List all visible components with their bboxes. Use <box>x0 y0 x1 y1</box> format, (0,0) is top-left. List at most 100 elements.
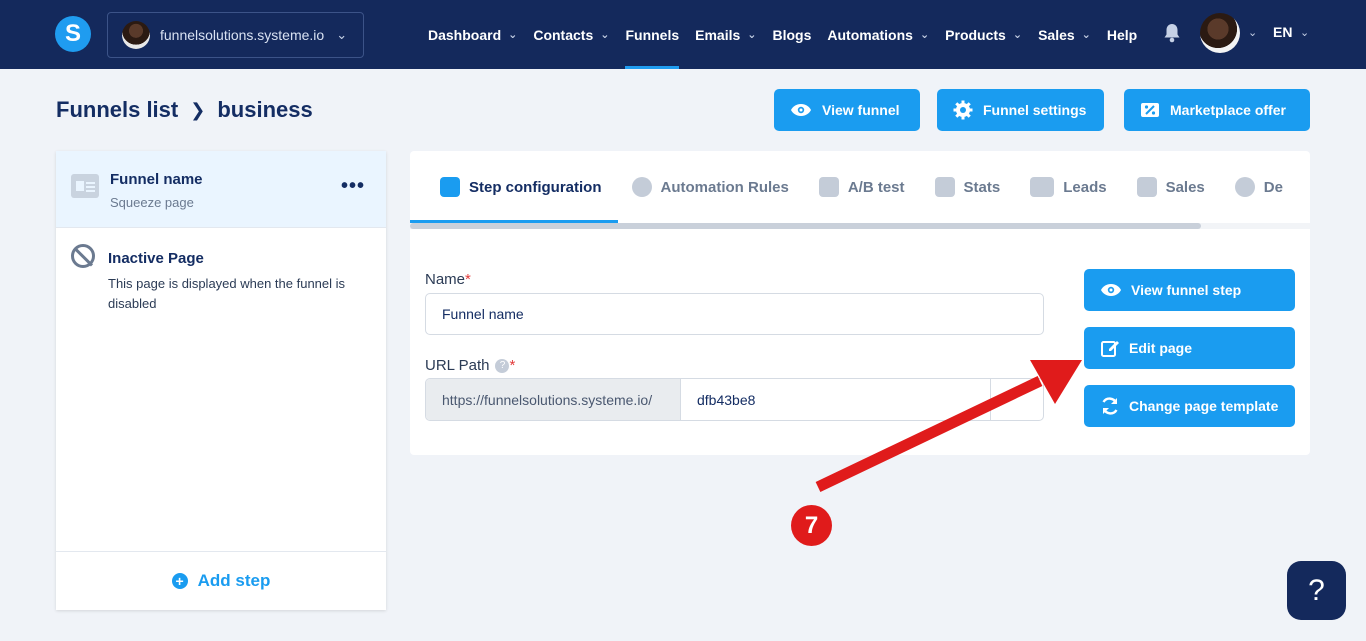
tab-scrollbar-thumb[interactable] <box>410 223 1201 229</box>
chevron-down-icon: ⌄ <box>1081 29 1091 41</box>
workspace-label: funnelsolutions.systeme.io <box>160 27 325 43</box>
split-icon <box>818 177 839 197</box>
tab-label: De <box>1263 178 1283 196</box>
top-navbar: S funnelsolutions.systeme.io ⌄ Dashboard… <box>0 0 1366 69</box>
nav-products[interactable]: Products ⌄ <box>945 0 1022 69</box>
step-number-marker: 7 <box>791 505 832 546</box>
nav-label: Automations <box>827 26 913 43</box>
chevron-down-icon: ⌄ <box>508 29 518 41</box>
nav-label: Products <box>945 26 1006 43</box>
eye-icon <box>1101 284 1121 296</box>
plus-icon: + <box>171 573 188 589</box>
tab-bar: Step configuration Automation Rules A/B … <box>410 151 1310 223</box>
nav-emails[interactable]: Emails ⌄ <box>695 0 756 69</box>
nav-blogs[interactable]: Blogs <box>773 0 812 69</box>
nav-help[interactable]: Help <box>1107 0 1137 69</box>
nav-contacts[interactable]: Contacts ⌄ <box>533 0 609 69</box>
tab-leads[interactable]: Leads <box>1030 151 1107 223</box>
view-funnel-button[interactable]: View funnel <box>774 89 920 131</box>
funnel-settings-button[interactable]: Funnel settings <box>937 89 1104 131</box>
nav-label: Sales <box>1038 26 1075 43</box>
url-prefix: https://funnelsolutions.systeme.io/ <box>426 379 681 420</box>
step-config-panel: Step configuration Automation Rules A/B … <box>410 151 1310 455</box>
clock-icon <box>1234 177 1255 197</box>
tab-step-configuration[interactable]: Step configuration <box>410 151 617 223</box>
language-selector[interactable]: EN <box>1273 24 1292 40</box>
chevron-down-icon[interactable]: ⌄ <box>1300 26 1309 39</box>
change-page-template-button[interactable]: Change page template <box>1084 385 1295 427</box>
tab-label: A/B test <box>847 178 905 196</box>
workspace-selector[interactable]: funnelsolutions.systeme.io ⌄ <box>107 12 364 58</box>
step-title: Funnel name <box>110 171 203 188</box>
breadcrumb-funnels-list[interactable]: Funnels list <box>56 97 178 123</box>
tab-label: Automation Rules <box>660 178 789 196</box>
edit-page-label: Edit page <box>1129 340 1193 356</box>
dollar-icon <box>1136 177 1157 197</box>
nav-label: Contacts <box>533 26 594 43</box>
tab-label: Stats <box>963 178 1001 196</box>
url-path-field: https://funnelsolutions.systeme.io/ dfb4… <box>425 378 1044 421</box>
inactive-page-title: Inactive Page <box>108 250 204 267</box>
systeme-logo[interactable]: S <box>55 16 91 52</box>
nav-label: Help <box>1106 26 1138 43</box>
marketplace-offer-button[interactable]: Marketplace offer <box>1124 89 1310 131</box>
chevron-right-icon: ❯ <box>190 99 206 120</box>
lightning-icon <box>631 177 652 197</box>
chevron-down-icon: ⌄ <box>1012 29 1023 41</box>
sliders-icon <box>440 177 460 197</box>
tab-label: Step configuration <box>469 178 602 196</box>
view-funnel-step-label: View funnel step <box>1131 282 1242 298</box>
ban-icon <box>71 244 95 268</box>
main-nav: Dashboard ⌄ Contacts ⌄ Funnels Emails ⌄ Blo… <box>428 0 1153 69</box>
help-circle-icon[interactable]: ? <box>495 359 510 374</box>
chevron-down-icon: ⌄ <box>747 29 757 41</box>
funnel-settings-label: Funnel settings <box>983 102 1087 118</box>
funnel-step-name-input[interactable]: Funnel name <box>425 293 1044 335</box>
tab-sales[interactable]: Sales <box>1136 151 1205 223</box>
percent-tag-icon <box>1141 103 1159 117</box>
nav-sales[interactable]: Sales ⌄ <box>1038 0 1091 69</box>
view-funnel-label: View funnel <box>822 102 900 118</box>
user-avatar[interactable] <box>1200 13 1240 53</box>
funnel-steps-panel: Funnel name Squeeze page ••• Inactive Pa… <box>56 151 386 610</box>
url-path-input[interactable]: dfb43be8 <box>681 379 991 420</box>
step-type: Squeeze page <box>110 195 194 210</box>
marketplace-offer-label: Marketplace offer <box>1170 102 1286 118</box>
bar-chart-icon <box>934 177 955 197</box>
name-value: Funnel name <box>442 306 524 322</box>
tab-label: Leads <box>1063 178 1107 196</box>
bell-icon[interactable] <box>1163 23 1181 43</box>
breadcrumb-current: business <box>217 97 313 122</box>
more-options-icon[interactable]: ••• <box>341 175 365 198</box>
add-step-button[interactable]: + Add step <box>56 551 386 610</box>
add-step-label: Add step <box>197 571 271 590</box>
funnel-step-item[interactable]: Funnel name Squeeze page ••• <box>56 151 386 228</box>
users-icon <box>1030 177 1055 197</box>
refresh-icon <box>1102 397 1118 415</box>
nav-automations[interactable]: Automations ⌄ <box>827 0 929 69</box>
edit-page-button[interactable]: Edit page <box>1084 327 1295 369</box>
nav-label: Emails <box>695 26 741 43</box>
tab-stats[interactable]: Stats <box>934 151 1001 223</box>
tab-deadline[interactable]: De <box>1234 151 1283 223</box>
inactive-page-description: This page is displayed when the funnel i… <box>108 276 346 311</box>
chevron-down-icon[interactable]: ⌄ <box>1248 26 1257 39</box>
chevron-down-icon: ⌄ <box>600 29 610 41</box>
eye-icon <box>791 104 811 116</box>
nav-label: Blogs <box>772 26 812 43</box>
tab-ab-test[interactable]: A/B test <box>818 151 905 223</box>
page-icon <box>71 174 99 198</box>
workspace-avatar <box>122 21 150 49</box>
view-funnel-step-button[interactable]: View funnel step <box>1084 269 1295 311</box>
name-label: Name* <box>425 271 471 288</box>
nav-label: Dashboard <box>428 26 502 43</box>
breadcrumb: Funnels list ❯ business <box>56 97 313 123</box>
chevron-down-icon: ⌄ <box>336 27 348 42</box>
url-path-label: URL Path? * <box>425 357 516 374</box>
help-chat-button[interactable]: ? <box>1287 561 1346 620</box>
nav-funnels[interactable]: Funnels <box>625 0 679 69</box>
inactive-page-item[interactable]: Inactive Page This page is displayed whe… <box>56 228 386 328</box>
chevron-down-icon: ⌄ <box>919 29 930 41</box>
nav-dashboard[interactable]: Dashboard ⌄ <box>428 0 517 69</box>
tab-automation-rules[interactable]: Automation Rules <box>631 151 789 223</box>
